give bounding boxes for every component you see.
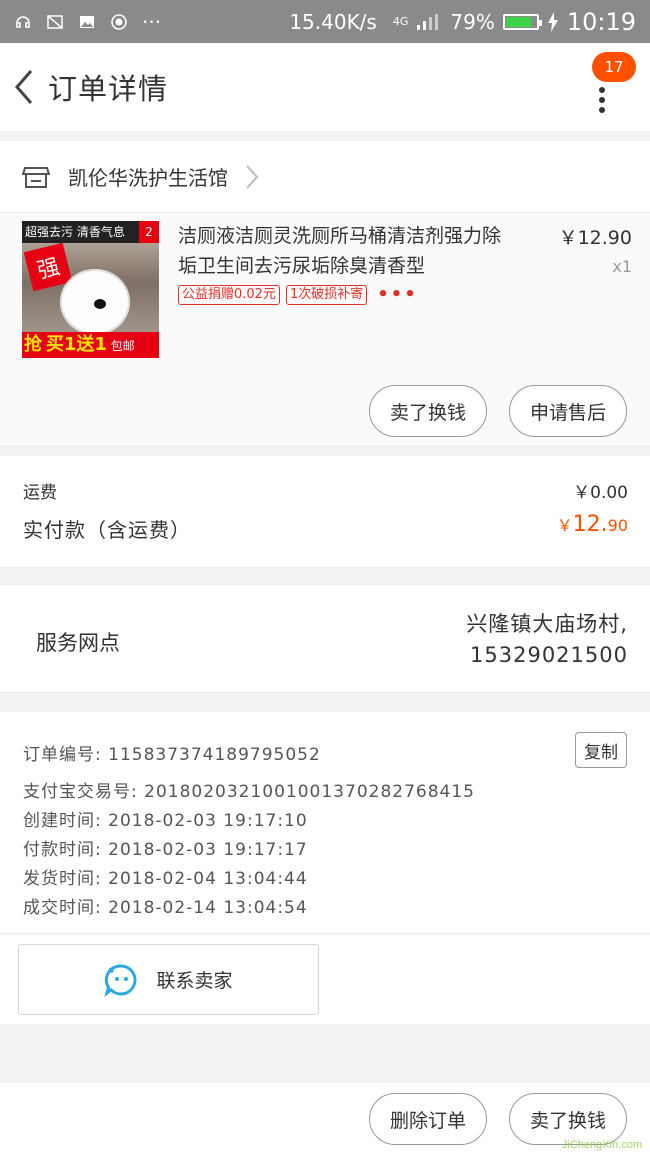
product-price: ￥12.90: [558, 227, 632, 249]
back-button[interactable]: [2, 43, 46, 131]
clock: 10:19: [566, 7, 636, 36]
shipped-time: 发货时间: 2018-02-04 13:04:44: [23, 869, 308, 889]
battery-icon: [502, 13, 542, 30]
headset-icon: [16, 15, 30, 28]
product-quantity: x1: [612, 257, 632, 276]
product-thumbnail[interactable]: 超强去污 清香气息 2 强 抢 买1送1 包邮: [22, 221, 159, 358]
battery-percent: 79%: [450, 9, 495, 34]
charging-icon: [547, 11, 558, 32]
sell-for-cash-bottom-button[interactable]: 卖了换钱: [509, 1093, 627, 1145]
more-vertical-icon: [599, 87, 605, 117]
product-card: 超强去污 清香气息 2 强 抢 买1送1 包邮 洁厕液洁厕灵洗厕所马桶清洁剂强力除…: [0, 213, 650, 445]
created-time: 创建时间: 2018-02-03 19:17:10: [23, 811, 308, 831]
tags-more-icon[interactable]: •••: [377, 284, 418, 305]
toilet-image: [60, 269, 130, 335]
bottom-action-bar: 删除订单 卖了换钱: [0, 1083, 650, 1155]
gallery-icon: [80, 15, 94, 28]
order-info: 订单编号: 115837374189795052 复制 支付宝交易号: 2018…: [0, 712, 650, 934]
copy-button[interactable]: 复制: [575, 732, 627, 768]
sell-for-cash-button[interactable]: 卖了换钱: [369, 385, 487, 437]
notification-badge: 17: [592, 52, 636, 82]
paid-time: 付款时间: 2018-02-03 19:17:17: [23, 840, 308, 860]
product-title[interactable]: 洁厕液洁厕灵洗厕所马桶清洁剂强力除垢卫生间去污尿垢除臭清香型: [178, 221, 508, 281]
thumb-bottom-banner: 抢 买1送1 包邮: [22, 332, 159, 358]
service-point[interactable]: 服务网点 兴隆镇大庙场村, 15329021500: [0, 585, 650, 693]
chat-face-icon: [104, 964, 137, 997]
network-speed: 15.40K/s: [289, 9, 377, 34]
store-icon: [22, 166, 50, 188]
shop-row[interactable]: 凯伦华洗护生活馆: [0, 141, 650, 213]
shipping-label: 运费: [23, 483, 57, 503]
contact-seller-button[interactable]: 联系卖家: [18, 944, 319, 1015]
page-title: 订单详情: [48, 72, 169, 106]
after-sale-button[interactable]: 申请售后: [509, 385, 627, 437]
service-address: 兴隆镇大庙场村, 15329021500: [466, 612, 628, 667]
status-bar: ··· 15.40K/s 4G 79% 10:19: [0, 0, 650, 43]
contact-section: 联系卖家: [0, 935, 650, 1024]
signal-icon: [417, 13, 439, 30]
paid-amount: ￥12.90: [556, 512, 628, 537]
order-totals: 运费 ￥0.00 实付款（含运费） ￥12.90: [0, 456, 650, 567]
contact-seller-label: 联系卖家: [156, 970, 233, 992]
record-icon: [111, 13, 127, 30]
network-type: 4G: [392, 15, 409, 28]
completed-time: 成交时间: 2018-02-14 13:04:54: [23, 898, 308, 918]
chevron-right-icon: [246, 164, 259, 189]
status-more: ···: [142, 9, 162, 34]
alipay-trade-number: 支付宝交易号: 2018020321001001370282768415: [23, 782, 475, 802]
thumb-top-text: 超强去污 清香气息 2: [22, 221, 159, 243]
product-tags: 公益捐赠0.02元 1次破损补寄 •••: [178, 284, 418, 305]
shipping-value: ￥0.00: [573, 483, 628, 503]
tag-damage-resend: 1次破损补寄: [285, 284, 368, 305]
chevron-left-icon: [15, 70, 33, 104]
watermark: JiChengXin.com: [561, 1139, 642, 1151]
order-number: 订单编号: 115837374189795052: [23, 745, 321, 765]
service-label: 服务网点: [36, 631, 120, 655]
tag-charity: 公益捐赠0.02元: [178, 284, 280, 305]
shop-name: 凯伦华洗护生活馆: [68, 166, 228, 190]
delete-order-button[interactable]: 删除订单: [369, 1093, 487, 1145]
app-header: 订单详情 17: [0, 43, 650, 131]
image-off-icon: [47, 14, 63, 29]
paid-label: 实付款（含运费）: [23, 518, 191, 542]
